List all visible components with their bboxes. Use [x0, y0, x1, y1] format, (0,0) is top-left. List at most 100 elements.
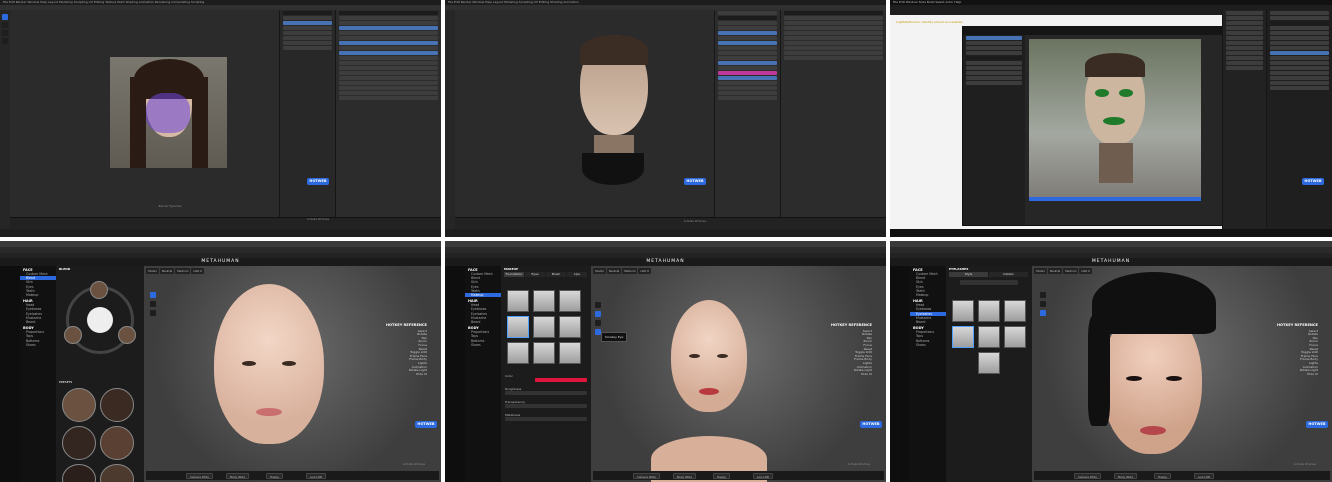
viewport-bottom-bar[interactable]: Camera Wide Body Wide Happy Low LOD	[1034, 471, 1330, 480]
left-rail[interactable]	[0, 266, 20, 482]
nav-item-shoes[interactable]: Shoes	[465, 343, 501, 347]
rotate-view-icon[interactable]	[595, 302, 601, 308]
select-tool-icon[interactable]	[2, 14, 8, 20]
bottom-dropdown-low-lod[interactable]: Low LOD	[753, 472, 774, 479]
editor-outline[interactable]	[963, 35, 1025, 225]
preset-2[interactable]	[100, 388, 134, 422]
bottom-dropdown-body-wide[interactable]: Body Wide	[1114, 472, 1137, 479]
lash-style-6[interactable]	[1004, 326, 1026, 348]
preset-4[interactable]	[100, 426, 134, 460]
move-view-icon[interactable]	[595, 311, 601, 317]
tab-style[interactable]: Style	[949, 272, 988, 277]
eye-style-2[interactable]	[533, 290, 555, 312]
slider-track[interactable]	[505, 404, 587, 408]
left-rail[interactable]	[445, 266, 465, 482]
bottom-dropdown-camera-wide[interactable]: Camera Wide	[1074, 472, 1101, 479]
preset-5[interactable]	[62, 464, 96, 482]
slider-track[interactable]	[505, 417, 587, 421]
viewport-tool-neutral[interactable]: Neutral	[159, 268, 175, 274]
lash-style-3[interactable]	[1004, 300, 1026, 322]
eye-style-1[interactable]	[507, 290, 529, 312]
world-outliner[interactable]	[1222, 10, 1266, 229]
category-nav[interactable]: FACE Custom Mesh Blend Skin Eyes Teeth Makeup H…	[910, 266, 946, 482]
move-view-icon[interactable]	[150, 301, 156, 307]
lash-style-2[interactable]	[978, 300, 1000, 322]
rotate-view-icon[interactable]	[150, 292, 156, 298]
eye-style-3[interactable]	[559, 290, 581, 312]
category-nav[interactable]: FACE Custom Mesh Blend Skin Eyes Teeth Makeup H…	[465, 266, 501, 482]
nav-item-shoes[interactable]: Shoes	[910, 343, 946, 347]
eyelashes-panel[interactable]: EYELASHES Style Details	[946, 266, 1032, 482]
viewport-tools[interactable]: Studio Neutral Medium LOD 0	[146, 268, 205, 274]
tool-shelf[interactable]	[0, 10, 10, 229]
viewport-tool-lod-0[interactable]: LOD 0	[638, 268, 651, 274]
viewport-bottom-bar[interactable]: Camera Wide Body Wide Happy Low LOD	[593, 471, 884, 480]
viewport-tool-medium[interactable]: Medium	[1063, 268, 1079, 274]
scale-tool-icon[interactable]	[2, 38, 8, 44]
bottom-dropdown-happy[interactable]: Happy	[1154, 472, 1172, 479]
slider-row[interactable]: Roughness	[505, 387, 587, 395]
color-swatch[interactable]	[535, 378, 587, 382]
slider-track[interactable]	[505, 391, 587, 395]
eyelash-dropdown[interactable]	[960, 280, 1018, 285]
viewport-tool-medium[interactable]: Medium	[622, 268, 638, 274]
identity-editor-window[interactable]	[962, 26, 1247, 226]
bottom-dropdown-happy[interactable]: Happy	[713, 472, 731, 479]
eye-style-5[interactable]	[533, 316, 555, 338]
makeup-panel[interactable]: MAKEUP Foundation Eyes Blush Lips Color Roug…	[501, 266, 591, 482]
properties-panel[interactable]	[335, 10, 441, 229]
eye-style-8[interactable]	[533, 342, 555, 364]
viewport-tools[interactable]: Studio Neutral Medium LOD 0	[1034, 268, 1093, 274]
zoom-view-icon[interactable]	[595, 320, 601, 326]
bottom-dropdown-body-wide[interactable]: Body Wide	[673, 472, 696, 479]
viewport-tools[interactable]: Studio Neutral Medium LOD 0	[593, 268, 652, 274]
slider-row[interactable]: Color	[505, 374, 587, 382]
material-panel[interactable]	[714, 10, 780, 229]
nav-item-shoes[interactable]: Shoes	[20, 343, 56, 347]
character-viewport[interactable]: Studio Neutral Medium LOD 0 HOTKEY REFERENC…	[1032, 266, 1332, 482]
bottom-dropdown-camera-wide[interactable]: Camera Wide	[186, 472, 213, 479]
preset-3[interactable]	[62, 426, 96, 460]
outliner[interactable]	[279, 10, 335, 229]
blend-parent-1[interactable]	[90, 281, 108, 299]
tool-shelf[interactable]	[445, 10, 455, 229]
identity-viewport[interactable]	[1029, 39, 1201, 197]
bottom-dropdown-low-lod[interactable]: Low LOD	[306, 472, 327, 479]
eyelash-tabs[interactable]: Style Details	[949, 272, 1029, 277]
move-tool-icon[interactable]	[2, 22, 8, 28]
bottom-dropdown-body-wide[interactable]: Body Wide	[226, 472, 249, 479]
bottom-dropdown-camera-wide[interactable]: Camera Wide	[633, 472, 660, 479]
viewport-tool-lod-0[interactable]: LOD 0	[191, 268, 204, 274]
blend-parent-2[interactable]	[64, 326, 82, 344]
rotate-tool-icon[interactable]	[2, 30, 8, 36]
bottom-dropdown-low-lod[interactable]: Low LOD	[1194, 472, 1215, 479]
blend-parent-3[interactable]	[118, 326, 136, 344]
viewport-tool-lod-0[interactable]: LOD 0	[1079, 268, 1092, 274]
makeup-sliders[interactable]: Color Roughness Transparency Metalness	[505, 374, 587, 426]
slider-row[interactable]: Metalness	[505, 413, 587, 421]
preset-1[interactable]	[62, 388, 96, 422]
tab-eyes[interactable]: Eyes	[525, 272, 545, 277]
eye-style-7[interactable]	[507, 342, 529, 364]
eye-style-6[interactable]	[559, 316, 581, 338]
light-view-icon[interactable]	[1040, 310, 1046, 316]
eye-style-9[interactable]	[559, 342, 581, 364]
properties-panel[interactable]	[780, 10, 886, 229]
light-view-icon[interactable]	[150, 310, 156, 316]
lash-style-5[interactable]	[978, 326, 1000, 348]
viewport-bottom-bar[interactable]: Camera Wide Body Wide Happy Low LOD	[146, 471, 439, 480]
move-view-icon[interactable]	[1040, 301, 1046, 307]
timeline[interactable]	[10, 217, 441, 229]
character-viewport[interactable]: Studio Neutral Medium LOD 0 HOTKEY REFERENC…	[144, 266, 441, 482]
tab-foundation[interactable]: Foundation	[504, 272, 524, 277]
slider-row[interactable]: Transparency	[505, 400, 587, 408]
eye-style-4[interactable]	[507, 316, 529, 338]
tab-blush[interactable]: Blush	[546, 272, 566, 277]
lash-style-7[interactable]	[978, 352, 1000, 374]
viewport-tool-studio[interactable]: Studio	[593, 268, 606, 274]
preset-6[interactable]	[100, 464, 134, 482]
viewport-tool-studio[interactable]: Studio	[146, 268, 159, 274]
tab-lips[interactable]: Lips	[567, 272, 587, 277]
viewport-tool-medium[interactable]: Medium	[175, 268, 191, 274]
character-viewport[interactable]: Studio Neutral Medium LOD 0 Smokey Eye HOTK…	[591, 266, 886, 482]
